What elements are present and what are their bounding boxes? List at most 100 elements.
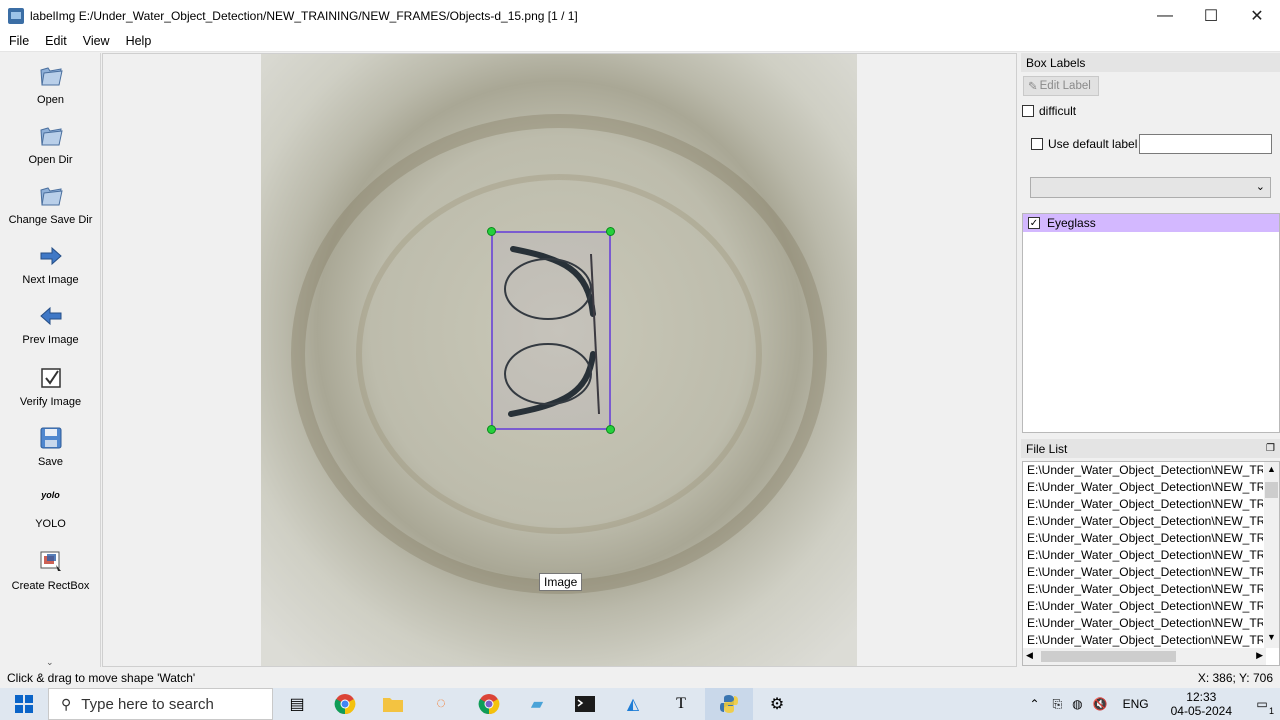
default-label-input[interactable] (1139, 134, 1272, 154)
close-button[interactable]: ✕ (1234, 0, 1280, 31)
taskbar-search-box[interactable]: ⚲ Type here to search (48, 688, 273, 720)
menu-bar: File Edit View Help (0, 31, 1280, 52)
start-button[interactable] (0, 688, 48, 720)
chrome-icon[interactable] (321, 688, 369, 720)
prev-image-button[interactable]: Prev Image (0, 303, 101, 346)
h-scroll-thumb[interactable] (1041, 651, 1176, 662)
terminal-icon[interactable] (561, 688, 609, 720)
verify-image-label: Verify Image (19, 396, 82, 408)
system-tray: ⌃ ⎘ ◍ 🔇 ENG 12:33 04-05-2024 ▭ 1 (1021, 688, 1280, 720)
yolo-button[interactable]: yolo YOLO (0, 487, 101, 530)
open-dir-button[interactable]: Open Dir (0, 123, 101, 166)
maximize-button[interactable]: ☐ (1188, 0, 1234, 31)
jupyter-icon[interactable]: ◌ (417, 688, 465, 720)
left-toolbar: Open Open Dir Change Save Dir Next Image… (0, 53, 101, 667)
file-list-item[interactable]: E:\Under_Water_Object_Detection\NEW_TRA (1023, 598, 1263, 615)
scroll-left-arrow-icon[interactable]: ◀ (1026, 650, 1033, 661)
vertical-scrollbar[interactable]: ▲ ▼ (1264, 462, 1279, 648)
file-list-item[interactable]: E:\Under_Water_Object_Detection\NEW_TRA (1023, 615, 1263, 632)
edit-label-button[interactable]: ✎ Edit Label (1023, 76, 1099, 96)
volume-muted-icon[interactable]: 🔇 (1093, 697, 1108, 711)
change-save-dir-label: Change Save Dir (8, 214, 93, 226)
network-device-icon[interactable]: ⎘ (1053, 697, 1063, 712)
search-icon: ⚲ (61, 695, 72, 712)
yolo-label: YOLO (35, 518, 66, 530)
open-button[interactable]: Open (0, 63, 101, 106)
create-rectbox-label: Create RectBox (11, 580, 90, 592)
chrome-profile-icon[interactable] (465, 688, 513, 720)
file-explorer-icon[interactable] (369, 688, 417, 720)
difficult-checkbox[interactable] (1022, 105, 1034, 117)
open-label: Open (37, 94, 64, 106)
undock-icon[interactable]: ❐ (1266, 443, 1275, 454)
bounding-box-eyeglass[interactable] (487, 227, 615, 434)
image-canvas[interactable]: Image (102, 53, 1017, 667)
file-list[interactable]: E:\Under_Water_Object_Detection\NEW_TRA … (1022, 461, 1280, 666)
chevron-down-icon: ⌄ (1255, 181, 1265, 193)
use-default-label-row[interactable]: Use default label (1031, 137, 1137, 151)
scroll-right-arrow-icon[interactable]: ▶ (1256, 650, 1263, 661)
label-item-checkbox[interactable]: ✓ (1028, 217, 1040, 229)
menu-view[interactable]: View (74, 34, 117, 48)
open-dir-label: Open Dir (28, 154, 73, 166)
minimize-button[interactable]: — (1142, 0, 1188, 31)
difficult-checkbox-row[interactable]: difficult (1022, 104, 1076, 118)
save-button[interactable]: Save (0, 425, 101, 468)
bbox-handle-bottom-right[interactable] (606, 425, 615, 434)
prev-image-label: Prev Image (22, 334, 79, 346)
horizontal-scrollbar[interactable]: ◀ ▶ (1023, 648, 1266, 665)
next-arrow-icon (38, 243, 64, 269)
toolbar-expand-chevron-icon[interactable]: ⌄ (46, 657, 54, 668)
file-list-item[interactable]: E:\Under_Water_Object_Detection\NEW_TRA (1023, 564, 1263, 581)
menu-help[interactable]: Help (117, 34, 159, 48)
window-title: labelImg E:/Under_Water_Object_Detection… (30, 8, 578, 23)
notepad-icon[interactable]: ▰ (513, 688, 561, 720)
create-rectbox-icon (38, 549, 64, 575)
labelimg-app-icon (8, 7, 24, 24)
open-icon (38, 63, 64, 89)
bbox-handle-top-left[interactable] (487, 227, 496, 236)
label-list[interactable]: ✓ Eyeglass (1022, 213, 1280, 433)
file-list-item[interactable]: E:\Under_Water_Object_Detection\NEW_TRA (1023, 462, 1263, 479)
create-rectbox-button[interactable]: Create RectBox (0, 549, 101, 592)
bbox-handle-top-right[interactable] (606, 227, 615, 236)
file-list-item[interactable]: E:\Under_Water_Object_Detection\NEW_TRA (1023, 581, 1263, 598)
menu-file[interactable]: File (0, 34, 36, 48)
bbox-handle-bottom-left[interactable] (487, 425, 496, 434)
chevron-up-icon[interactable]: ⌃ (1029, 697, 1039, 711)
scroll-down-arrow-icon[interactable]: ▼ (1267, 632, 1276, 642)
verify-image-button[interactable]: Verify Image (0, 365, 101, 408)
scroll-thumb[interactable] (1265, 482, 1278, 498)
clock[interactable]: 12:33 04-05-2024 (1171, 690, 1232, 718)
search-placeholder: Type here to search (81, 695, 214, 713)
difficult-label: difficult (1039, 104, 1077, 118)
file-list-item[interactable]: E:\Under_Water_Object_Detection\NEW_TRA (1023, 530, 1263, 547)
photos-icon[interactable]: ◭ (609, 688, 657, 720)
file-list-item[interactable]: E:\Under_Water_Object_Detection\NEW_TRA (1023, 513, 1263, 530)
status-message: Click & drag to move shape 'Watch' (7, 671, 196, 685)
box-labels-header: Box Labels (1021, 53, 1280, 72)
file-list-item[interactable]: E:\Under_Water_Object_Detection\NEW_TRA (1023, 479, 1263, 496)
task-view-icon[interactable]: ▤ (273, 688, 321, 720)
file-list-item[interactable]: E:\Under_Water_Object_Detection\NEW_TRA (1023, 496, 1263, 513)
change-save-dir-button[interactable]: Change Save Dir (0, 183, 101, 226)
globe-icon[interactable]: ◍ (1072, 697, 1082, 711)
typora-icon[interactable]: T (657, 688, 705, 720)
python-icon[interactable] (705, 688, 753, 720)
save-icon (38, 425, 64, 451)
use-default-label-checkbox[interactable] (1031, 138, 1043, 150)
file-list-item[interactable]: E:\Under_Water_Object_Detection\NEW_TRA (1023, 632, 1263, 649)
settings-app-icon[interactable]: ⚙ (753, 688, 801, 720)
file-list-item[interactable]: E:\Under_Water_Object_Detection\NEW_TRA (1023, 547, 1263, 564)
scroll-up-arrow-icon[interactable]: ▲ (1267, 464, 1276, 474)
language-indicator[interactable]: ENG (1123, 697, 1149, 711)
notification-center-button[interactable]: ▭ 1 (1244, 688, 1280, 720)
menu-edit[interactable]: Edit (36, 34, 74, 48)
label-dropdown[interactable]: ⌄ (1030, 177, 1271, 198)
next-image-button[interactable]: Next Image (0, 243, 101, 286)
title-bar: labelImg E:/Under_Water_Object_Detection… (0, 0, 1280, 31)
label-item-eyeglass[interactable]: ✓ Eyeglass (1023, 214, 1279, 232)
save-label: Save (37, 456, 64, 468)
edit-pencil-icon: ✎ (1028, 81, 1038, 93)
change-save-dir-icon (38, 183, 64, 209)
